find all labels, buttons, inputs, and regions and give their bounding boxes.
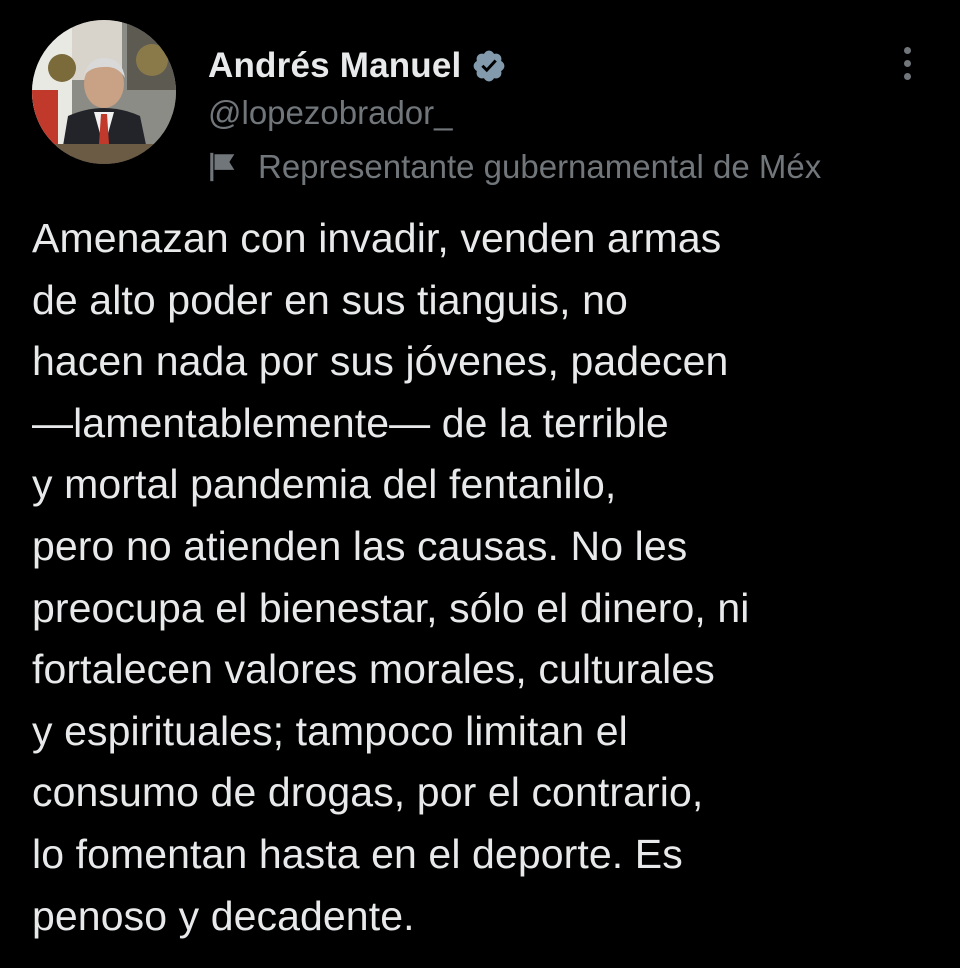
- tweet-text-line: preocupa el bienestar, sólo el dinero, n…: [32, 584, 750, 631]
- tweet-card[interactable]: Andrés Manuel @lopezobrador_ Representan…: [0, 0, 960, 968]
- tweet-text-line: de alto poder en sus tianguis, no: [32, 276, 628, 323]
- tweet-text-line: pero no atienden las causas. No les: [32, 522, 688, 569]
- profile-photo: [32, 20, 176, 164]
- tweet-text-line: y espirituales; tampoco limitan el: [32, 707, 628, 754]
- avatar[interactable]: [32, 20, 176, 164]
- more-dot: [903, 46, 911, 54]
- tweet-text-line: —lamentablemente— de la terrible: [32, 399, 669, 446]
- tweet-text-line: Amenazan con invadir, venden armas: [32, 215, 722, 261]
- tweet-text-line: consumo de drogas, por el contrario,: [32, 769, 704, 816]
- more-options-icon[interactable]: [890, 40, 924, 86]
- author-name-row[interactable]: Andrés Manuel: [208, 44, 507, 88]
- affiliation-label: Representante gubernamental de Méx: [258, 148, 822, 185]
- more-dot: [903, 59, 911, 67]
- tweet-text: Amenazan con invadir, venden armas de al…: [32, 208, 942, 947]
- tweet-text-line: penoso y decadente.: [32, 892, 415, 939]
- author-display-name[interactable]: Andrés Manuel: [208, 46, 461, 86]
- affiliation-row[interactable]: Representante gubernamental de Méx: [206, 145, 821, 189]
- flag-icon: [206, 150, 240, 184]
- verified-badge-icon[interactable]: [471, 48, 507, 84]
- more-dot: [903, 72, 911, 80]
- tweet-text-line: hacen nada por sus jóvenes, padecen: [32, 338, 729, 385]
- tweet-text-line: fortalecen valores morales, culturales: [32, 646, 715, 693]
- author-handle[interactable]: @lopezobrador_: [208, 94, 453, 132]
- tweet-text-line: lo fomentan hasta en el deporte. Es: [32, 830, 683, 877]
- tweet-text-line: y mortal pandemia del fentanilo,: [32, 461, 617, 508]
